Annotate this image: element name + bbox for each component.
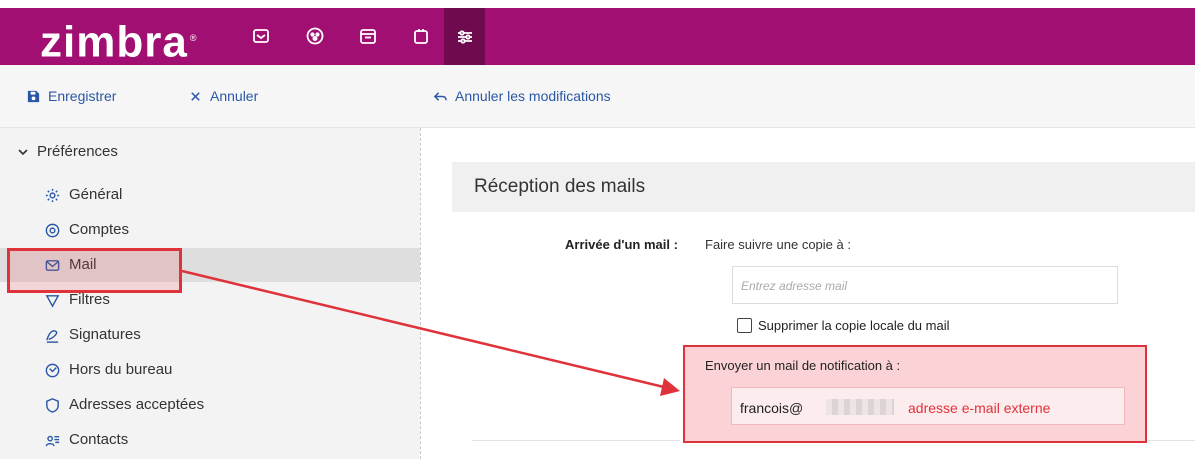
sidebar-item-accounts[interactable]: Comptes bbox=[0, 213, 420, 247]
chevron-down-icon bbox=[18, 148, 28, 155]
logo-registered-mark: ® bbox=[189, 33, 198, 43]
out-of-office-icon bbox=[43, 361, 61, 379]
sidebar-item-label: Général bbox=[69, 186, 123, 203]
undo-changes-label: Annuler les modifications bbox=[455, 88, 611, 104]
sidebar-item-accepted-addresses[interactable]: Adresses acceptées bbox=[0, 388, 420, 422]
divider bbox=[1147, 440, 1195, 441]
toolbar: Enregistrer Annuler Annuler les modifica… bbox=[0, 65, 1195, 128]
delete-local-copy-label: Supprimer la copie locale du mail bbox=[758, 318, 950, 333]
preferences-header[interactable]: Préférences bbox=[17, 143, 118, 160]
save-label: Enregistrer bbox=[48, 88, 117, 104]
delete-local-copy-checkbox[interactable]: Supprimer la copie locale du mail bbox=[737, 318, 949, 333]
cancel-label: Annuler bbox=[210, 88, 259, 104]
preferences-sidebar: Préférences Général Comptes Mail Filtres… bbox=[0, 128, 420, 459]
arrival-label: Arrivée d'un mail : bbox=[565, 237, 678, 252]
checkbox-box[interactable] bbox=[737, 318, 752, 333]
external-address-annotation: adresse e-mail externe bbox=[908, 400, 1051, 416]
redacted-domain bbox=[826, 399, 894, 415]
preferences-app-icon[interactable] bbox=[444, 8, 485, 65]
sidebar-item-label: Contacts bbox=[69, 431, 129, 448]
notification-highlight-box: Envoyer un mail de notification à : fran… bbox=[683, 345, 1147, 443]
filter-icon bbox=[43, 291, 61, 309]
calendar-app-icon[interactable] bbox=[355, 22, 381, 50]
top-header: zimbra ® bbox=[0, 8, 1195, 65]
gear-icon bbox=[43, 186, 61, 204]
sidebar-item-out-of-office[interactable]: Hors du bureau bbox=[0, 353, 420, 387]
sidebar-item-label: Hors du bureau bbox=[69, 361, 173, 378]
forward-email-input[interactable]: Entrez adresse mail bbox=[732, 266, 1118, 304]
account-icon bbox=[43, 221, 61, 239]
mail-highlight-box bbox=[7, 248, 182, 293]
logo-text: zimbra bbox=[40, 17, 188, 67]
shield-icon bbox=[43, 396, 61, 414]
notification-email-value: francois@ bbox=[740, 400, 804, 416]
undo-icon bbox=[433, 91, 447, 101]
sidebar-item-contacts[interactable]: Contacts bbox=[0, 423, 420, 457]
save-icon bbox=[27, 90, 40, 102]
notification-email-input[interactable]: francois@ adresse e-mail externe bbox=[731, 387, 1125, 425]
save-button[interactable]: Enregistrer bbox=[26, 88, 116, 104]
divider bbox=[472, 440, 680, 441]
zimbra-logo[interactable]: zimbra ® bbox=[40, 16, 197, 65]
signature-icon bbox=[43, 326, 61, 344]
undo-changes-button[interactable]: Annuler les modifications bbox=[433, 88, 611, 104]
notification-label: Envoyer un mail de notification à : bbox=[705, 358, 901, 373]
section-title: Réception des mails bbox=[474, 176, 646, 197]
sidebar-item-label: Comptes bbox=[69, 221, 130, 238]
tasks-app-icon[interactable] bbox=[408, 22, 434, 50]
mail-app-icon[interactable] bbox=[248, 22, 274, 50]
forward-email-placeholder: Entrez adresse mail bbox=[741, 279, 848, 293]
sidebar-item-signatures[interactable]: Signatures bbox=[0, 318, 420, 352]
forward-copy-label: Faire suivre une copie à : bbox=[705, 237, 851, 252]
sidebar-item-label: Signatures bbox=[69, 326, 141, 343]
cancel-button[interactable]: Annuler bbox=[188, 88, 258, 104]
contacts-app-icon[interactable] bbox=[302, 22, 328, 50]
section-header: Réception des mails bbox=[452, 162, 1195, 212]
contacts-icon bbox=[43, 431, 61, 449]
sidebar-item-label: Adresses acceptées bbox=[69, 396, 205, 413]
preferences-header-label: Préférences bbox=[37, 143, 118, 160]
sidebar-item-general[interactable]: Général bbox=[0, 178, 420, 212]
close-icon bbox=[191, 91, 200, 101]
sidebar-item-label: Filtres bbox=[69, 291, 110, 308]
